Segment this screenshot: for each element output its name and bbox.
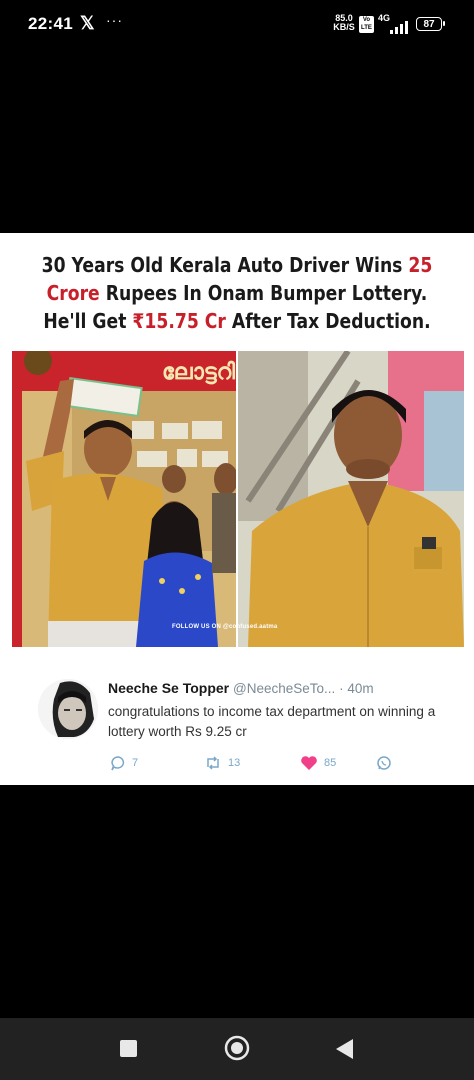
embedded-tweet[interactable]: Neeche Se Topper @NeecheSeTo... · 40m co… [14,665,460,777]
whatsapp-share-button[interactable] [376,753,392,773]
shop-sign: ലോട്ടറി [162,360,235,385]
headline-highlight: Crore [46,281,100,305]
headline-text: After Tax Deduction. [225,309,431,333]
headline-text: Rupees In Onam Bumper Lottery. [99,281,428,305]
image-watermark: FOLLOW US ON @confused.aatma [172,624,278,630]
winner-portrait-illustration [238,351,464,647]
network-speed: 85.0 KB/S [331,14,357,32]
headline-highlight: 25 [408,253,433,277]
system-navigation-bar [0,1018,474,1080]
back-button[interactable] [333,1037,355,1061]
more-notifications-icon: ··· [106,12,123,28]
post-card: 30 Years Old Kerala Auto Driver Wins 25 … [0,233,474,785]
reply-button[interactable]: 7 [110,753,138,773]
heart-icon [301,756,317,770]
retweet-count: 13 [228,757,241,769]
tweet-time: · 40m [339,681,374,696]
retweet-icon [207,756,219,770]
reply-count: 7 [132,757,139,769]
clock: 22:41 [28,14,73,33]
avatar-illustration [38,679,98,739]
x-app-icon: 𝕏 [80,13,95,33]
winner-portrait-photo[interactable] [238,351,464,647]
headline-text: He'll Get [43,309,133,333]
like-count: 85 [324,757,337,769]
volte-bottom-label: LTE [361,25,372,31]
volte-top-label: Vo [362,17,371,23]
avatar[interactable] [38,679,98,739]
headline-text: 30 Years Old Kerala Auto Driver Wins [41,253,409,277]
tweet-actions: 7 13 85 [108,753,408,773]
post-headline: 30 Years Old Kerala Auto Driver Wins 25 … [33,251,441,335]
tweet-handle[interactable]: @NeecheSeTo... [233,681,335,696]
tweet-author: Neeche Se Topper @NeecheSeTo... · 40m [108,680,374,696]
reply-icon [111,756,125,771]
tweet-text: congratulations to income tax department… [108,704,436,739]
network-speed-unit: KB/S [333,22,355,32]
signal-icon [388,20,414,34]
status-bar: 22:41 𝕏 ··· 85.0 KB/S Vo LTE 4G 87 [0,0,474,52]
winner-shop-photo[interactable]: ലോട്ടറി [12,351,236,647]
battery-icon: 87 [416,17,445,31]
tweet-display-name[interactable]: Neeche Se Topper [108,680,229,696]
recent-apps-button[interactable] [120,1040,137,1057]
retweet-button[interactable]: 13 [204,753,240,773]
post-images[interactable]: ലോട്ടറി FOLLOW US ON @confused.aatma [12,351,464,647]
like-button[interactable]: 85 [300,753,336,773]
volte-icon: Vo LTE [359,16,374,33]
winner-shop-illustration: ലോട്ടറി [12,351,236,647]
headline-highlight: ₹15.75 Cr [132,309,226,333]
home-button[interactable] [224,1035,250,1061]
whatsapp-icon [377,756,391,770]
